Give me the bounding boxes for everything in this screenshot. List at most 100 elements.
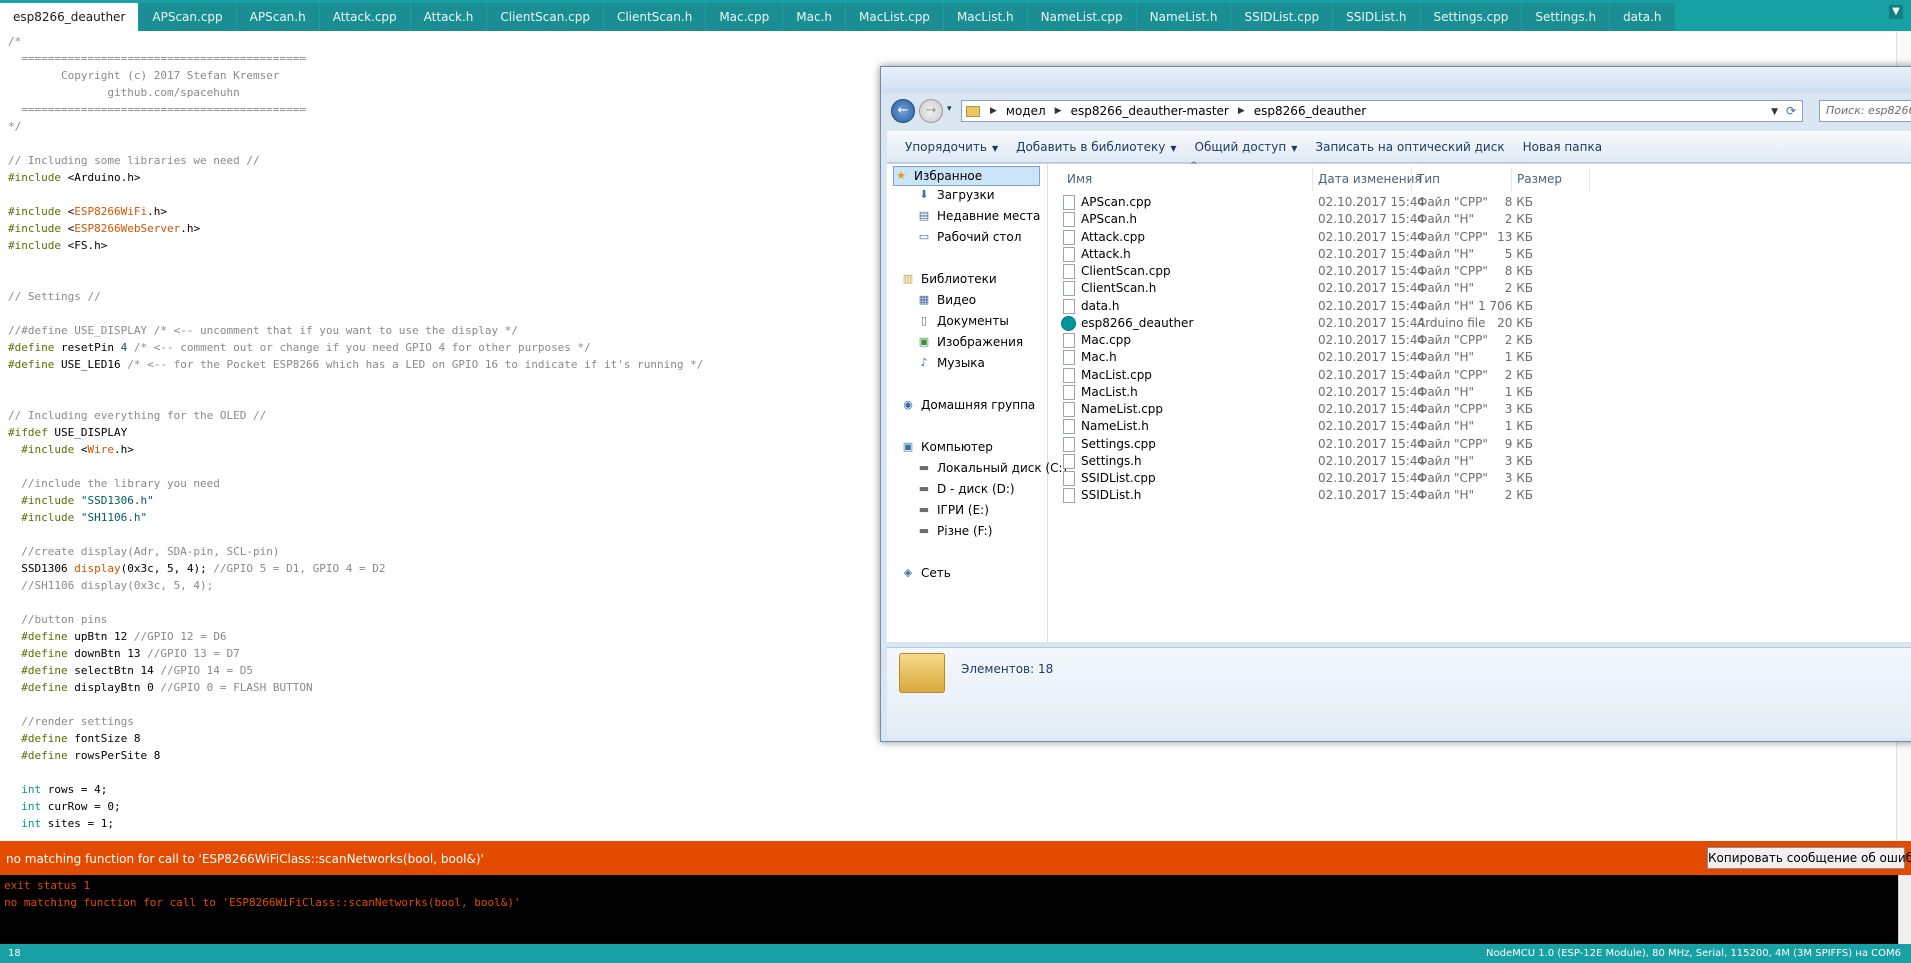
tab-attack-cpp[interactable]: Attack.cpp bbox=[319, 3, 410, 31]
nav-item-documents[interactable]: ▯ Документы bbox=[917, 314, 1009, 328]
share-button[interactable]: Общий доступ ▼ bbox=[1195, 140, 1298, 154]
nav-item-recent[interactable]: ▤ Недавние места bbox=[917, 209, 1041, 223]
file-explorer-window[interactable]: ← → ▾ ▶ модел ▶ esp8266_deauther-master … bbox=[880, 66, 1911, 742]
folder-icon bbox=[899, 653, 945, 693]
code-line: #include <ESP8266WebServer.h> bbox=[8, 222, 200, 235]
code-token: #include bbox=[21, 443, 75, 456]
tab-clientscan-h[interactable]: ClientScan.h bbox=[603, 3, 706, 31]
breadcrumb-current[interactable]: esp8266_deauther bbox=[1254, 104, 1366, 118]
console-scrollbar[interactable] bbox=[1898, 875, 1911, 944]
tab-data-h[interactable]: data.h bbox=[1610, 3, 1675, 31]
address-dropdown-icon[interactable]: ▼ bbox=[1771, 107, 1778, 117]
code-token: //GPIO 0 = FLASH BUTTON bbox=[160, 681, 313, 694]
tab-mac-h[interactable]: Mac.h bbox=[783, 3, 845, 31]
address-bar[interactable]: ▶ модел ▶ esp8266_deauther-master ▶ esp8… bbox=[961, 100, 1803, 122]
command-toolbar: Упорядочить ▼ Добавить в библиотеку ▼ Общи… bbox=[887, 131, 1911, 163]
tab-apscan-cpp[interactable]: APScan.cpp bbox=[139, 3, 236, 31]
nav-favorites[interactable]: ★ Избранное bbox=[893, 166, 1040, 186]
tab-esp8266-deauther[interactable]: esp8266_deauther bbox=[0, 3, 139, 31]
column-divider[interactable] bbox=[1411, 169, 1412, 191]
tab-ssidlist-cpp[interactable]: SSIDList.cpp bbox=[1231, 3, 1333, 31]
tab-ssidlist-h[interactable]: SSIDList.h bbox=[1333, 3, 1420, 31]
nav-label: Музыка bbox=[937, 356, 985, 370]
back-button[interactable]: ← bbox=[891, 99, 915, 123]
code-token: resetPin bbox=[54, 341, 121, 354]
address-row: ← → ▾ ▶ модел ▶ esp8266_deauther-master … bbox=[889, 97, 1911, 125]
tab-maclist-cpp[interactable]: MacList.cpp bbox=[846, 3, 943, 31]
column-divider[interactable] bbox=[1312, 169, 1313, 191]
source-code[interactable]: /* =====================================… bbox=[8, 33, 703, 832]
column-divider[interactable] bbox=[1589, 169, 1590, 191]
tab-namelist-h[interactable]: NameList.h bbox=[1136, 3, 1231, 31]
code-token: USE_DISPLAY bbox=[47, 426, 128, 439]
file-size: 8 КБ bbox=[1504, 195, 1533, 209]
tab-menu-button[interactable]: ▼ bbox=[1889, 5, 1903, 19]
file-row[interactable]: SSIDList.h 02.10.2017 15:44 Файл "H" 2 КБ bbox=[1061, 485, 1533, 506]
file-name: Attack.cpp bbox=[1081, 229, 1145, 244]
tab-mac-cpp[interactable]: Mac.cpp bbox=[706, 3, 783, 31]
code-line: #define resetPin 4 /* <-- comment out or… bbox=[8, 341, 591, 354]
console-line: exit status 1 bbox=[4, 879, 91, 892]
tab-maclist-h[interactable]: MacList.h bbox=[943, 3, 1027, 31]
code-line: #define fontSize 8 bbox=[8, 732, 140, 745]
file-size: 13 КБ bbox=[1497, 229, 1533, 244]
code-token: fontSize 8 bbox=[67, 732, 141, 745]
breadcrumb-model[interactable]: модел bbox=[1006, 104, 1046, 118]
nav-network[interactable]: ◈ Сеть bbox=[901, 566, 951, 580]
breadcrumb-master[interactable]: esp8266_deauther-master bbox=[1071, 104, 1229, 118]
nav-item-drive-d[interactable]: ▬ D - диск (D:) bbox=[917, 482, 1015, 496]
file-date: 02.10.2017 15:44 bbox=[1318, 195, 1426, 209]
copy-error-button[interactable]: Копировать сообщение об ошибке bbox=[1707, 847, 1911, 869]
code-token: Copyright (c) 2017 Stefan Kremser bbox=[8, 69, 280, 82]
file-name: APScan.h bbox=[1081, 212, 1138, 227]
tab-clientscan-cpp[interactable]: ClientScan.cpp bbox=[487, 3, 603, 31]
code-token: #include bbox=[8, 239, 61, 252]
column-header-date[interactable]: Дата изменения bbox=[1318, 172, 1422, 186]
explorer-titlebar[interactable] bbox=[881, 67, 1911, 93]
tab-namelist-cpp[interactable]: NameList.cpp bbox=[1027, 3, 1136, 31]
nav-computer[interactable]: ▣ Компьютер bbox=[901, 440, 993, 454]
search-input[interactable]: Поиск: esp8266_deauther bbox=[1819, 100, 1911, 122]
code-line: //render settings bbox=[8, 715, 134, 728]
tab-settings-h[interactable]: Settings.h bbox=[1522, 3, 1610, 31]
file-size: 2 КБ bbox=[1504, 488, 1533, 503]
column-header-type[interactable]: Тип bbox=[1417, 172, 1440, 186]
nav-item-video[interactable]: ▦ Видео bbox=[917, 293, 976, 307]
add-to-library-button[interactable]: Добавить в библиотеку ▼ bbox=[1016, 140, 1176, 154]
nav-item-music[interactable]: ♪ Музыка bbox=[917, 356, 985, 370]
code-line: //include the library you need bbox=[8, 477, 220, 490]
nav-item-drive-f[interactable]: ▬ Різне (F:) bbox=[917, 524, 993, 538]
tab-apscan-h[interactable]: APScan.h bbox=[236, 3, 319, 31]
file-icon bbox=[1063, 246, 1075, 262]
file-type: Файл "H" bbox=[1417, 281, 1475, 296]
nav-item-drive-e[interactable]: ▬ ІГРИ (E:) bbox=[917, 503, 989, 517]
nav-item-desktop[interactable]: ▭ Рабочий стол bbox=[917, 230, 1022, 244]
breadcrumb-separator-icon[interactable]: ▶ bbox=[1055, 106, 1062, 116]
nav-item-drive-c[interactable]: ▬ Локальный диск (C:) bbox=[917, 461, 1067, 475]
code-token: display bbox=[74, 562, 121, 575]
file-size: 1 КБ bbox=[1504, 350, 1533, 365]
column-header-size[interactable]: Размер bbox=[1517, 172, 1562, 186]
code-line: //#define USE_DISPLAY /* <-- uncomment t… bbox=[8, 324, 518, 337]
column-divider[interactable] bbox=[1511, 169, 1512, 191]
nav-homegroup[interactable]: ◉ Домашняя группа bbox=[901, 398, 1035, 412]
burn-disc-button[interactable]: Записать на оптический диск bbox=[1315, 140, 1504, 154]
organize-button[interactable]: Упорядочить ▼ bbox=[905, 140, 998, 154]
nav-libraries[interactable]: ▥ Библиотеки bbox=[901, 272, 997, 286]
forward-button[interactable]: → bbox=[919, 99, 943, 123]
tab-settings-cpp[interactable]: Settings.cpp bbox=[1420, 3, 1522, 31]
breadcrumb-separator-icon[interactable]: ▶ bbox=[990, 106, 997, 116]
new-folder-button[interactable]: Новая папка bbox=[1523, 140, 1602, 154]
code-token: "SH1106.h" bbox=[74, 511, 148, 524]
refresh-icon[interactable]: ⟳ bbox=[1782, 102, 1800, 120]
recent-pages-button[interactable]: ▾ bbox=[947, 104, 952, 114]
console-output[interactable]: exit status 1 no matching function for c… bbox=[0, 875, 1911, 944]
column-header-name[interactable]: Имя bbox=[1067, 172, 1092, 186]
nav-item-downloads[interactable]: ⬇ Загрузки bbox=[917, 188, 994, 202]
nav-item-images[interactable]: ▣ Изображения bbox=[917, 335, 1023, 349]
tab-attack-h[interactable]: Attack.h bbox=[410, 3, 487, 31]
file-size: 2 КБ bbox=[1504, 333, 1533, 347]
breadcrumb-separator-icon[interactable]: ▶ bbox=[1238, 106, 1245, 116]
code-line: //create display(Adr, SDA-pin, SCL-pin) bbox=[8, 545, 279, 558]
